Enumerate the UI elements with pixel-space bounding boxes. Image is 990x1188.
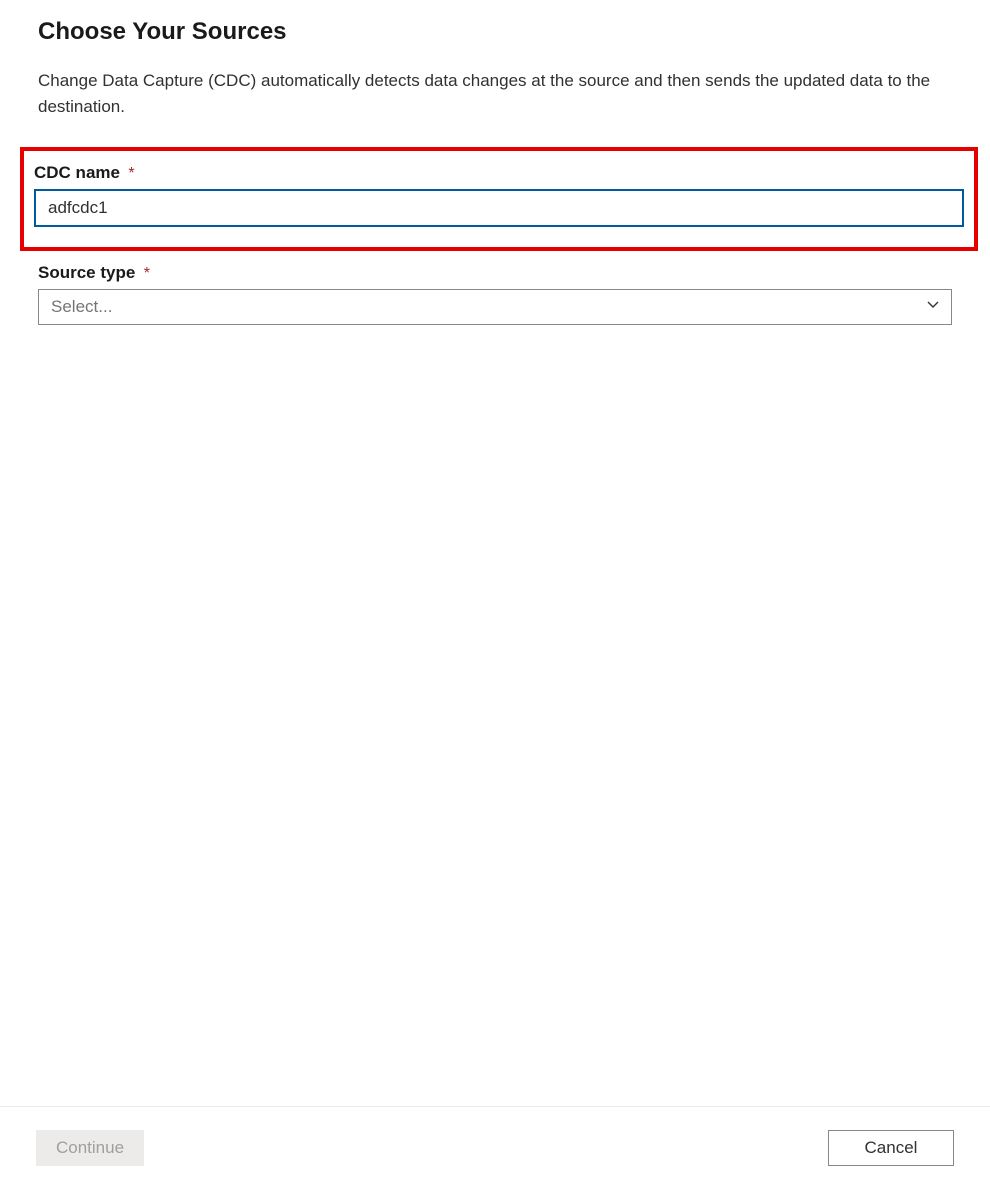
cdc-name-label-text: CDC name — [34, 163, 120, 183]
cdc-name-input[interactable] — [34, 189, 964, 227]
cdc-name-highlight: CDC name * — [20, 147, 978, 251]
source-type-field: Source type * — [38, 263, 952, 325]
cdc-name-label: CDC name * — [34, 165, 135, 182]
cdc-name-field: CDC name * — [34, 163, 964, 227]
footer-bar: Continue Cancel — [0, 1106, 990, 1188]
source-type-select-wrapper[interactable] — [38, 289, 952, 325]
continue-button[interactable]: Continue — [36, 1130, 144, 1166]
page-description: Change Data Capture (CDC) automatically … — [38, 68, 952, 119]
source-type-select[interactable] — [38, 289, 952, 325]
page-title: Choose Your Sources — [38, 18, 952, 46]
source-type-label-text: Source type — [38, 263, 135, 283]
source-type-label: Source type * — [38, 265, 150, 282]
form-content: Choose Your Sources Change Data Capture … — [0, 0, 990, 325]
cancel-button[interactable]: Cancel — [828, 1130, 954, 1166]
source-type-required: * — [144, 265, 150, 282]
cdc-name-required: * — [128, 165, 134, 182]
